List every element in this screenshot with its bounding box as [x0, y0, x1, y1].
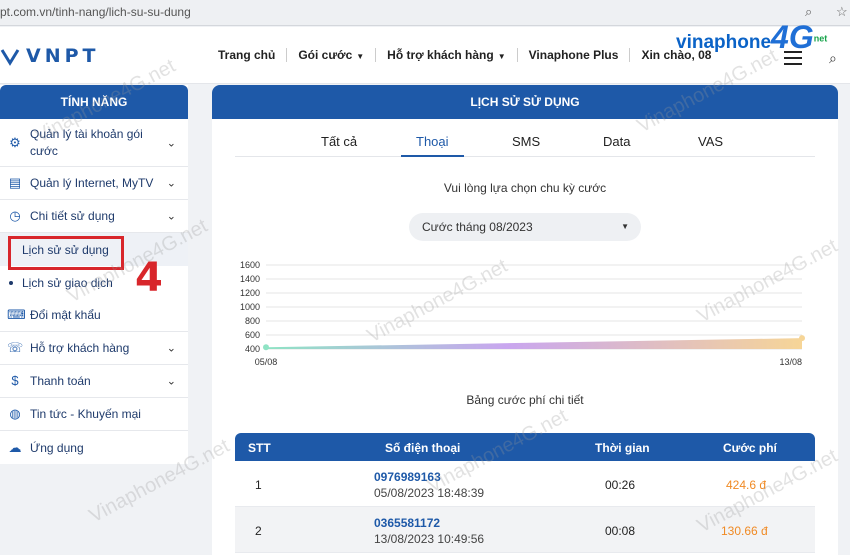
- caret-down-icon: ▼: [356, 52, 365, 61]
- x-tick-label: 05/08: [255, 357, 278, 367]
- site-header: VNPT Trang chủ Gói cước ▼ Hỗ trợ khách hà…: [0, 19, 850, 84]
- cell-phone: 0365581172: [374, 516, 441, 530]
- y-tick-label: 800: [245, 316, 260, 326]
- tab-data[interactable]: Data: [603, 134, 630, 149]
- header-duration: Thời gian: [595, 441, 650, 455]
- sidebar-item-payment[interactable]: $ Thanh toán ⌄: [0, 365, 188, 398]
- billing-cycle-label: Vui lòng lựa chọn chu kỳ cước: [443, 181, 607, 195]
- clock-icon: ◷: [9, 208, 21, 223]
- sidebar-title: TÍNH NĂNG: [0, 85, 188, 119]
- table-row: 1 0976989163 05/08/2023 18:48:39 00:26 4…: [235, 461, 815, 507]
- y-tick-label: 1200: [240, 288, 260, 298]
- y-tick-label: 1600: [240, 260, 260, 270]
- help-icon: ☏: [7, 340, 24, 355]
- usage-history-panel: LỊCH SỬ SỬ DỤNG Tất cả Thoại SMS Data VA…: [212, 85, 838, 555]
- cell-stt: 1: [255, 478, 262, 492]
- bookmark-icon[interactable]: ☆: [836, 4, 848, 20]
- cell-fee: 130.66 đ: [721, 524, 768, 538]
- y-tick-label: 1000: [240, 302, 260, 312]
- zoom-icon[interactable]: ⌕: [805, 4, 812, 20]
- header-stt: STT: [248, 441, 271, 455]
- main-nav: Trang chủ Gói cước ▼ Hỗ trợ khách hàng ▼ V…: [218, 48, 722, 62]
- account-icon: ⚙: [9, 134, 21, 150]
- cell-datetime: 13/08/2023 10:49:56: [374, 532, 485, 546]
- y-tick-label: 1400: [240, 274, 260, 284]
- y-tick-label: 400: [245, 344, 260, 354]
- cell-duration: 00:08: [605, 524, 636, 538]
- step-number-4: 4: [135, 255, 163, 301]
- sidebar-item-usage-detail[interactable]: ◷ Chi tiết sử dụng ⌄: [0, 200, 188, 233]
- nav-support[interactable]: Hỗ trợ khách hàng ▼: [376, 48, 518, 62]
- vnpt-logo[interactable]: VNPT: [0, 45, 100, 67]
- sidebar-item-support[interactable]: ☏ Hỗ trợ khách hàng ⌄: [0, 332, 188, 365]
- dollar-icon: $: [11, 373, 19, 388]
- table-header: STT Số điện thoại Thời gian Cước phí: [235, 433, 815, 461]
- sidebar-item-change-password[interactable]: ⌨ Đổi mật khẩu: [0, 299, 188, 332]
- vnpt-logo-icon: [0, 49, 20, 66]
- vinaphone4g-brand-logo: vinaphone4Gnet: [676, 19, 828, 55]
- highlight-box-usage-history: [8, 236, 124, 270]
- cloud-icon: ☁: [8, 439, 22, 455]
- table-title: Bảng cước phí chi tiết: [466, 393, 584, 407]
- chevron-down-icon: ⌄: [166, 137, 176, 149]
- chevron-down-icon: ⌄: [166, 177, 176, 190]
- data-point[interactable]: [799, 335, 805, 342]
- globe-icon: ◍: [9, 406, 21, 421]
- header-fee: Cước phí: [723, 441, 777, 455]
- caret-down-icon: ▼: [497, 52, 506, 61]
- chevron-down-icon: ⌄: [166, 375, 176, 388]
- area-series: [266, 338, 802, 349]
- cell-fee: 424.6 đ: [726, 478, 767, 492]
- usage-tabs: Tất cả Thoại SMS Data VAS: [235, 129, 815, 157]
- chevron-down-icon: ⌄: [166, 342, 176, 355]
- cell-phone: 0976989163: [374, 470, 441, 484]
- billing-cycle-select[interactable]: Cước tháng 08/2023 ▼: [409, 213, 641, 241]
- tab-vas[interactable]: VAS: [698, 134, 723, 149]
- url-text[interactable]: pt.com.vn/tinh-nang/lich-su-su-dung: [0, 5, 191, 19]
- search-icon[interactable]: ⌕: [829, 50, 837, 67]
- sidebar-item-account[interactable]: ⚙ Quản lý tài khoản gói cước ⌄: [0, 119, 188, 167]
- sidebar-item-internet[interactable]: ▤ Quản lý Internet, MyTV ⌄: [0, 167, 188, 200]
- nav-vinaphone-plus[interactable]: Vinaphone Plus: [518, 48, 631, 62]
- nav-home[interactable]: Trang chủ: [218, 48, 288, 62]
- data-point[interactable]: [263, 344, 269, 351]
- tab-voice[interactable]: Thoại: [401, 134, 464, 157]
- cell-stt: 2: [255, 524, 262, 538]
- cell-datetime: 05/08/2023 18:48:39: [374, 486, 485, 500]
- fee-table: STT Số điện thoại Thời gian Cước phí 1 0…: [235, 433, 815, 553]
- caret-down-icon: ▼: [621, 222, 629, 231]
- password-icon: ⌨: [7, 307, 26, 322]
- logo-text: VNPT: [26, 45, 100, 67]
- sidebar-item-news[interactable]: ◍ Tin tức - Khuyến mại: [0, 398, 188, 431]
- nav-packages[interactable]: Gói cước ▼: [287, 48, 377, 62]
- cell-duration: 00:26: [605, 478, 636, 492]
- header-phone: Số điện thoại: [385, 441, 461, 455]
- tab-all[interactable]: Tất cả: [321, 134, 357, 149]
- table-row: 2 0365581172 13/08/2023 10:49:56 00:08 1…: [235, 507, 815, 553]
- x-tick-label: 13/08: [779, 357, 802, 367]
- chevron-down-icon: ⌄: [166, 210, 176, 223]
- internet-icon: ▤: [8, 175, 22, 190]
- panel-title: LỊCH SỬ SỬ DỤNG: [212, 85, 838, 119]
- usage-chart: 400 600 800 1000 1200 1400 1600 05/08 13/08: [240, 260, 805, 367]
- y-tick-label: 600: [245, 330, 260, 340]
- menu-icon[interactable]: [784, 51, 802, 69]
- sidebar-item-apps[interactable]: ☁ Ứng dụng: [0, 431, 188, 464]
- tab-sms[interactable]: SMS: [512, 134, 540, 149]
